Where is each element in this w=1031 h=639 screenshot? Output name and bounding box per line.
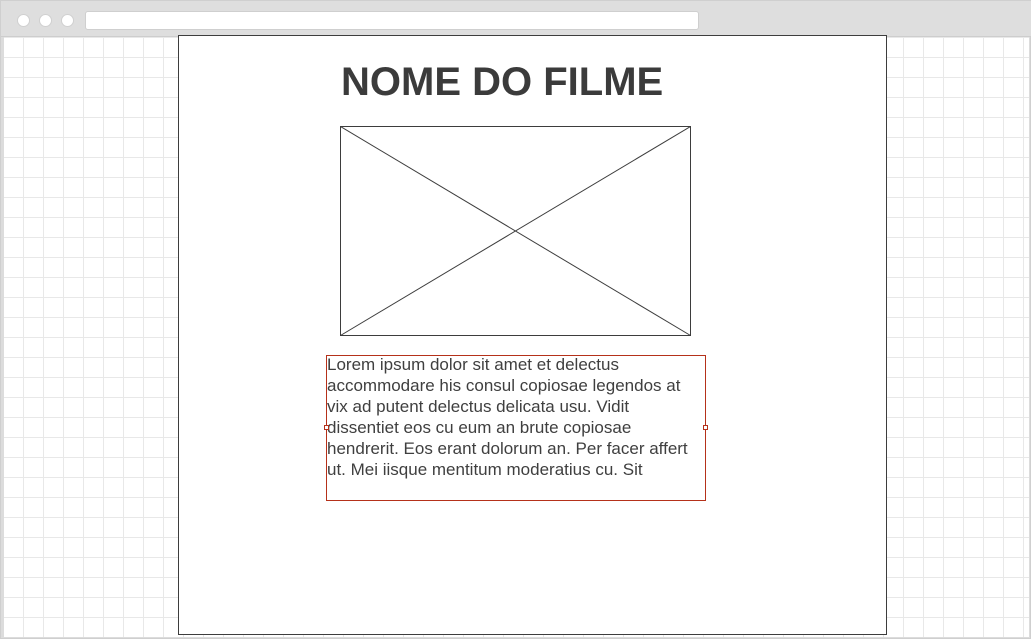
movie-title[interactable]: NOME DO FILME bbox=[341, 58, 701, 108]
resize-handle-right[interactable] bbox=[703, 425, 708, 430]
address-bar[interactable] bbox=[85, 11, 699, 30]
resize-handle-left[interactable] bbox=[324, 425, 329, 430]
window-close-control[interactable] bbox=[17, 14, 30, 27]
image-placeholder-icon[interactable] bbox=[340, 126, 691, 336]
window-minimize-control[interactable] bbox=[39, 14, 52, 27]
body-text: Lorem ipsum dolor sit amet et delectus a… bbox=[327, 355, 688, 479]
selected-text-block[interactable]: Lorem ipsum dolor sit amet et delectus a… bbox=[324, 355, 708, 501]
window-titlebar bbox=[1, 1, 1031, 37]
window-maximize-control[interactable] bbox=[61, 14, 74, 27]
